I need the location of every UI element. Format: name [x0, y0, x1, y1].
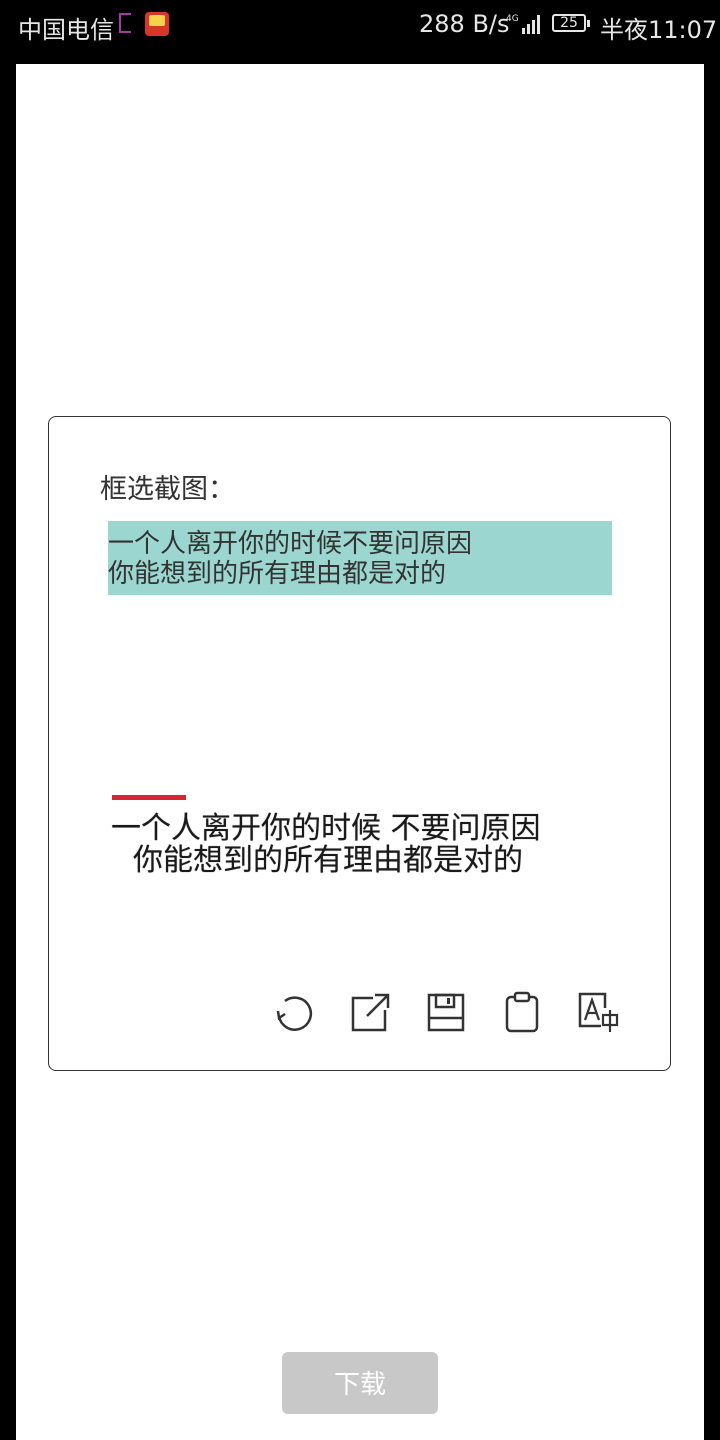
main-screen: 框选截图： 一个人离开你的时候不要问原因 你能想到的所有理由都是对的 一个人离开… — [16, 64, 704, 1440]
carrier-name: 中国电信 — [18, 16, 114, 44]
dialog-title: 框选截图： — [100, 474, 235, 505]
captured-image: 一个人离开你的时候 不要问原因 你能想到的所有理由都是对的 — [109, 795, 615, 878]
battery-icon: 25 — [552, 14, 590, 32]
image-text-line-2: 你能想到的所有理由都是对的 — [133, 843, 523, 878]
share-icon[interactable] — [347, 990, 393, 1036]
signal-4g-icon: 4G — [506, 14, 540, 34]
app-notification-icon — [145, 12, 169, 36]
screenshot-dialog: 框选截图： 一个人离开你的时候不要问原因 你能想到的所有理由都是对的 一个人离开… — [48, 416, 671, 1071]
selected-text-line-2[interactable]: 你能想到的所有理由都是对的 — [108, 559, 612, 589]
refresh-icon[interactable] — [271, 990, 317, 1036]
red-underline-mark — [112, 795, 186, 800]
svg-text:4G: 4G — [506, 14, 519, 24]
network-speed: 288 B/s — [419, 10, 510, 38]
selected-text-line-1[interactable]: 一个人离开你的时候不要问原因 — [108, 529, 612, 559]
save-icon[interactable] — [423, 990, 469, 1036]
status-bar: 中国电信 288 B/s 4G 25 半夜11:07 — [0, 0, 720, 52]
translate-icon[interactable] — [575, 990, 621, 1036]
recognized-text-selection[interactable]: 一个人离开你的时候不要问原因 你能想到的所有理由都是对的 — [108, 521, 612, 595]
clipboard-icon[interactable] — [499, 990, 545, 1036]
clock: 半夜11:07 — [600, 16, 718, 44]
notification-icon — [119, 13, 131, 33]
download-button[interactable]: 下载 — [282, 1352, 438, 1414]
